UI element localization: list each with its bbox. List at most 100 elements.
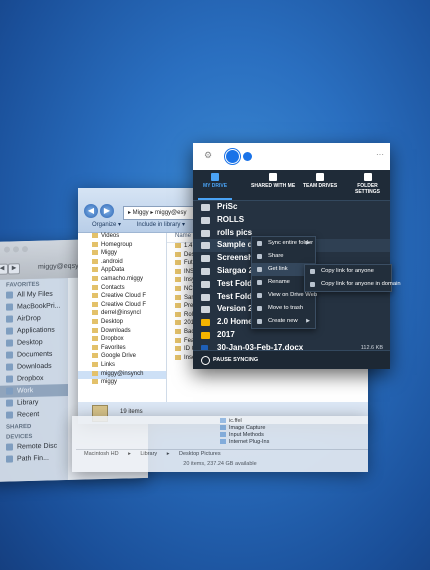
list-item[interactable]: ic.ffel: [220, 418, 354, 425]
menu-item-label: Share: [268, 253, 284, 259]
folder-icon: [175, 303, 181, 309]
drive-file-row[interactable]: ROLLS: [193, 214, 390, 227]
minimize-dot[interactable]: [13, 246, 19, 253]
folder-icon: [201, 242, 210, 250]
menu-item-share[interactable]: Share: [252, 250, 315, 263]
my-drive-icon: [211, 173, 220, 181]
chevron-right-icon: ▶: [306, 240, 310, 246]
tree-item[interactable]: Links: [78, 361, 166, 371]
folder-icon: [92, 241, 98, 247]
close-dot[interactable]: [4, 246, 10, 253]
link-icon: [310, 269, 315, 274]
app-logo-icon: ⚙: [204, 150, 213, 160]
folder-icon: [92, 267, 98, 273]
forward-button[interactable]: ▶: [8, 263, 20, 275]
trash-icon: [257, 306, 262, 311]
folder-icon: [201, 267, 210, 275]
path-separator: ▸: [166, 451, 170, 457]
avatar[interactable]: [225, 149, 240, 164]
rename-icon: [257, 280, 262, 285]
list-item[interactable]: Image Capture: [220, 425, 354, 432]
drive-file-row[interactable]: PriSc: [193, 201, 390, 214]
folder-icon: [92, 344, 98, 350]
tree-item[interactable]: Favorites: [78, 344, 166, 354]
folder-icon: [92, 293, 98, 299]
sync-icon: [257, 241, 262, 246]
tree-item[interactable]: miggy@insynch: [78, 370, 166, 380]
zoom-dot[interactable]: [22, 246, 28, 253]
menu-item-label: Rename: [268, 279, 290, 285]
more-options-icon[interactable]: ···: [376, 150, 384, 159]
folder-icon: [201, 306, 210, 314]
drive-tabs: MY DRIVE SHARED WITH ME TEAM DRIVES FOLDER …: [193, 170, 390, 201]
menu-item-create-new[interactable]: Create new ▶: [252, 315, 315, 328]
file-name: 2017: [217, 329, 235, 339]
get-link-submenu: Copy link for anyone Copy link for anyone…: [304, 264, 401, 292]
tab-shared-with-me[interactable]: SHARED WITH ME: [251, 173, 295, 189]
tree-item-label: Links: [101, 361, 116, 368]
tab-team-drives[interactable]: TEAM DRIVES: [303, 173, 337, 189]
tree-item[interactable]: Contacts: [78, 284, 166, 294]
secondary-avatar[interactable]: [243, 152, 252, 161]
sidebar-item-path-finder[interactable]: Path Fin...: [0, 452, 68, 466]
drive-file-row[interactable]: 2017: [193, 329, 390, 342]
tree-item[interactable]: derrel@insyncl: [78, 310, 166, 319]
menu-item-sync-entire-folder[interactable]: Sync entire folder ▶: [252, 237, 315, 250]
path-item[interactable]: Desktop Pictures: [179, 451, 221, 457]
folder-icon: [92, 336, 98, 342]
tree-item[interactable]: Creative Cloud F: [78, 301, 166, 311]
tab-label: FOLDER SETTINGS: [354, 183, 380, 195]
pause-syncing-label: PAUSE SYNCING: [213, 357, 259, 363]
folder-icon: [175, 243, 181, 248]
tree-item[interactable]: Miggy: [78, 250, 166, 259]
file-name: PriSc: [217, 202, 238, 211]
tree-item[interactable]: Creative Cloud F: [78, 293, 166, 302]
submenu-item[interactable]: Copy link for anyone: [305, 265, 391, 278]
tree-item[interactable]: miggy: [78, 379, 166, 388]
folder-icon: [220, 425, 226, 431]
folder-icon: [201, 280, 210, 288]
tree-item[interactable]: Dropbox: [78, 336, 166, 345]
tree-item[interactable]: Downloads: [78, 327, 166, 337]
path-item[interactable]: Library: [140, 451, 157, 457]
tree-item-label: Creative Cloud F: [101, 301, 147, 308]
applications-icon: [6, 326, 13, 335]
folder-icon: [92, 327, 98, 333]
tab-folder-settings[interactable]: FOLDER SETTINGS: [345, 173, 390, 195]
folder-icon: [201, 216, 210, 224]
list-item[interactable]: Internet Plug-Ins: [220, 439, 354, 446]
tree-item[interactable]: Desktop: [78, 318, 166, 328]
tree-item[interactable]: Homegroup: [78, 241, 166, 251]
forward-icon[interactable]: ▶: [100, 204, 114, 218]
folder-icon: [175, 346, 181, 352]
slides-icon: [201, 319, 210, 327]
folder-icon: [175, 268, 181, 274]
back-button[interactable]: ◀: [0, 263, 8, 275]
folder-icon: [175, 277, 181, 283]
tree-item[interactable]: Google Drive: [78, 353, 166, 362]
tree-item[interactable]: AppData: [78, 267, 166, 276]
tab-my-drive[interactable]: MY DRIVE: [197, 173, 233, 200]
organize-button[interactable]: Organize ▾: [92, 222, 121, 228]
tree-item-label: derrel@insyncl: [101, 310, 141, 317]
path-item[interactable]: Macintosh HD: [84, 451, 119, 457]
tree-item[interactable]: camacho.miggy: [78, 275, 166, 285]
folder-icon: [175, 285, 181, 291]
folder-icon: [220, 432, 226, 438]
submenu-item-label: Copy link for anyone in domain: [321, 281, 401, 287]
chevron-right-icon: ▶: [306, 318, 310, 324]
pause-syncing-button[interactable]: PAUSE SYNCING: [193, 350, 390, 369]
folder-icon: [201, 204, 210, 211]
tree-item[interactable]: .android: [78, 258, 166, 268]
downloads-icon: [6, 362, 13, 371]
folder-icon: [175, 320, 181, 326]
menu-item-label: Create new: [268, 318, 298, 324]
tree-item[interactable]: Videos: [78, 233, 166, 242]
folder-icon: [92, 353, 98, 359]
list-item[interactable]: Input Methods: [220, 432, 354, 439]
back-icon[interactable]: ◀: [84, 204, 98, 218]
include-in-library-button[interactable]: Include in library ▾: [137, 222, 185, 228]
submenu-item[interactable]: Copy link for anyone in domain: [305, 278, 401, 291]
menu-item-move-to-trash[interactable]: Move to trash: [252, 302, 315, 315]
folder-icon: [6, 386, 13, 395]
